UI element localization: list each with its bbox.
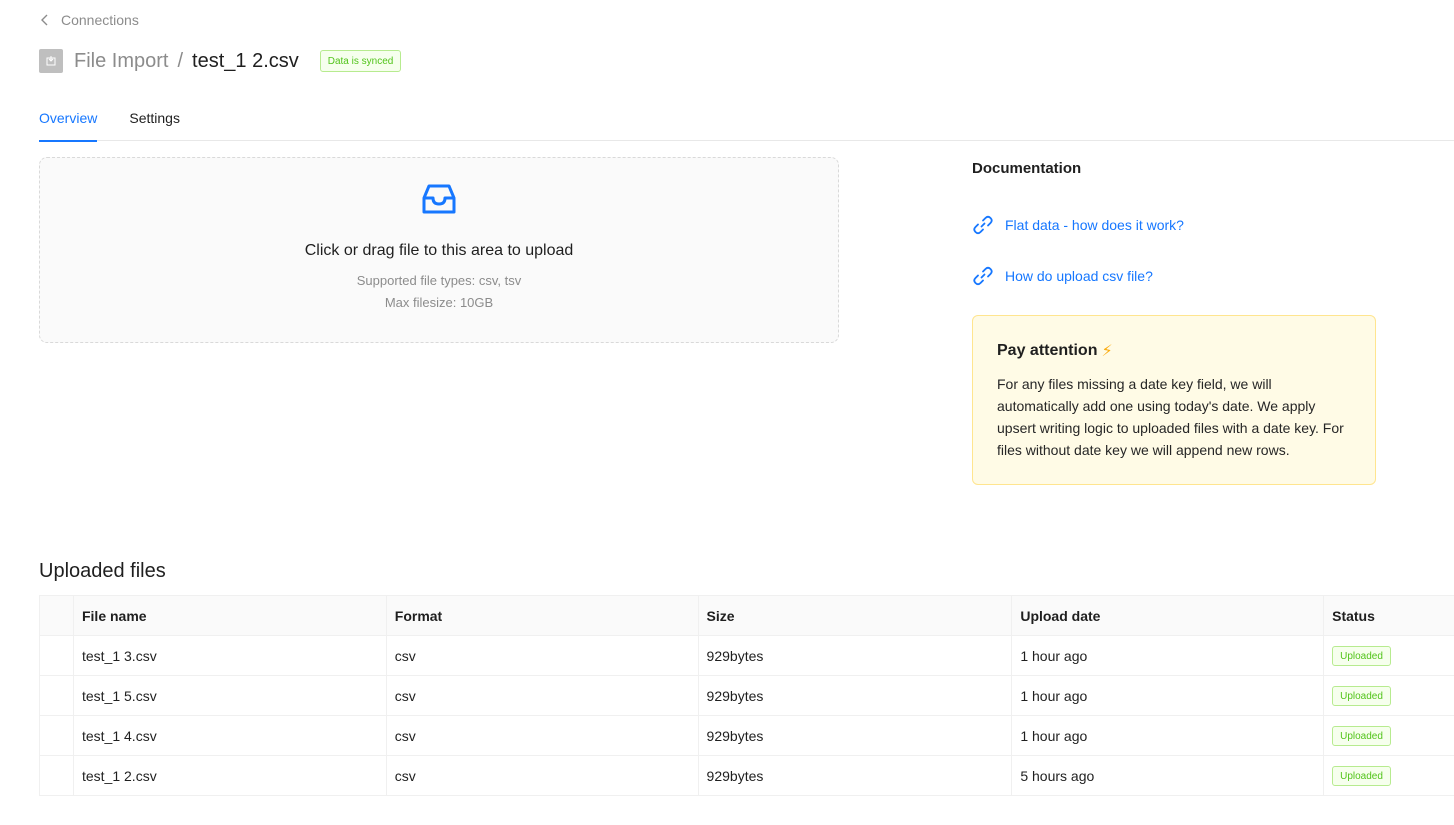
breadcrumb-current: test_1 2.csv <box>192 49 299 72</box>
upload-types-hint: Supported file types: csv, tsv <box>356 273 522 288</box>
column-header-file-name: File name <box>74 596 387 636</box>
row-spacer <box>40 756 74 796</box>
row-spacer <box>40 676 74 716</box>
attention-title-text: Pay attention <box>997 342 1098 359</box>
uploaded-files-table: File name Format Size Upload date Status… <box>39 595 1454 796</box>
back-link-label: Connections <box>61 12 139 28</box>
tab-bar: Overview Settings <box>39 100 1454 142</box>
upload-dropzone[interactable]: Click or drag file to this area to uploa… <box>39 157 839 343</box>
file-name-cell: test_1 4.csv <box>74 716 387 756</box>
size-cell: 929bytes <box>699 756 1013 796</box>
breadcrumb-separator: / <box>177 49 184 72</box>
column-header-size: Size <box>699 596 1013 636</box>
column-header-format: Format <box>387 596 699 636</box>
row-spacer <box>40 716 74 756</box>
documentation-title: Documentation <box>972 160 1082 177</box>
upload-title: Click or drag file to this area to uploa… <box>304 242 574 259</box>
attention-text: For any files missing a date key field, … <box>997 376 1344 458</box>
status-cell: Uploaded <box>1324 716 1454 756</box>
size-cell: 929bytes <box>699 636 1013 676</box>
upload-size-hint: Max filesize: 10GB <box>384 295 494 310</box>
status-cell: Uploaded <box>1324 756 1454 796</box>
status-badge: Uploaded <box>1332 726 1391 746</box>
table-header-spacer <box>40 596 74 636</box>
upload-hints: Supported file types: csv, tsv Max files… <box>357 270 522 314</box>
file-name-cell: test_1 5.csv <box>74 676 387 716</box>
status-badge: Uploaded <box>1332 686 1391 706</box>
attention-callout: Pay attention ⚡ For any files missing a … <box>972 315 1376 485</box>
tab-settings[interactable]: Settings <box>129 100 180 141</box>
lightning-icon: ⚡ <box>1101 343 1113 360</box>
status-cell: Uploaded <box>1324 636 1454 676</box>
column-header-upload-date: Upload date <box>1012 596 1325 636</box>
table-row[interactable]: test_1 5.csv csv 929bytes 1 hour ago Upl… <box>40 676 1454 716</box>
page: Connections File Import / test_1 2.csv D… <box>0 0 1454 825</box>
column-header-status: Status <box>1332 608 1375 624</box>
status-cell: Uploaded <box>1324 676 1454 716</box>
chevron-left-icon <box>41 14 48 26</box>
uploaded-files-title: Uploaded files <box>39 560 166 582</box>
breadcrumb-parent[interactable]: File Import <box>74 50 168 73</box>
doc-link-label: How do upload csv file? <box>1005 268 1153 284</box>
table-row[interactable]: test_1 4.csv csv 929bytes 1 hour ago Upl… <box>40 716 1454 756</box>
sync-status-badge: Data is synced <box>319 50 402 72</box>
file-import-app-icon <box>39 49 63 73</box>
doc-link-flat-data[interactable]: Flat data - how does it work? <box>972 214 1184 236</box>
row-spacer <box>40 636 74 676</box>
inbox-icon <box>422 184 456 214</box>
size-cell: 929bytes <box>699 676 1013 716</box>
attention-title: Pay attention ⚡ <box>997 341 1351 361</box>
link-icon <box>973 266 993 286</box>
upload-date-cell: 1 hour ago <box>1012 676 1325 716</box>
format-cell: csv <box>387 676 699 716</box>
file-name-cell: test_1 3.csv <box>74 636 387 676</box>
format-cell: csv <box>387 636 699 676</box>
page-title: File Import / test_1 2.csv Data is synce… <box>39 47 402 75</box>
upload-date-cell: 5 hours ago <box>1012 756 1325 796</box>
file-name-cell: test_1 2.csv <box>74 756 387 796</box>
link-icon <box>973 215 993 235</box>
size-cell: 929bytes <box>699 716 1013 756</box>
status-badge: Uploaded <box>1332 766 1391 786</box>
table-row[interactable]: test_1 3.csv csv 929bytes 1 hour ago Upl… <box>40 636 1454 676</box>
status-badge: Uploaded <box>1332 646 1391 666</box>
doc-link-upload-csv[interactable]: How do upload csv file? <box>972 265 1153 287</box>
format-cell: csv <box>387 716 699 756</box>
table-header-row: File name Format Size Upload date Status <box>40 596 1454 636</box>
doc-link-label: Flat data - how does it work? <box>1005 217 1184 233</box>
tab-overview[interactable]: Overview <box>39 100 98 142</box>
upload-date-cell: 1 hour ago <box>1012 636 1325 676</box>
back-link[interactable]: Connections <box>40 11 139 29</box>
table-row[interactable]: test_1 2.csv csv 929bytes 5 hours ago Up… <box>40 756 1454 796</box>
upload-date-cell: 1 hour ago <box>1012 716 1325 756</box>
format-cell: csv <box>387 756 699 796</box>
